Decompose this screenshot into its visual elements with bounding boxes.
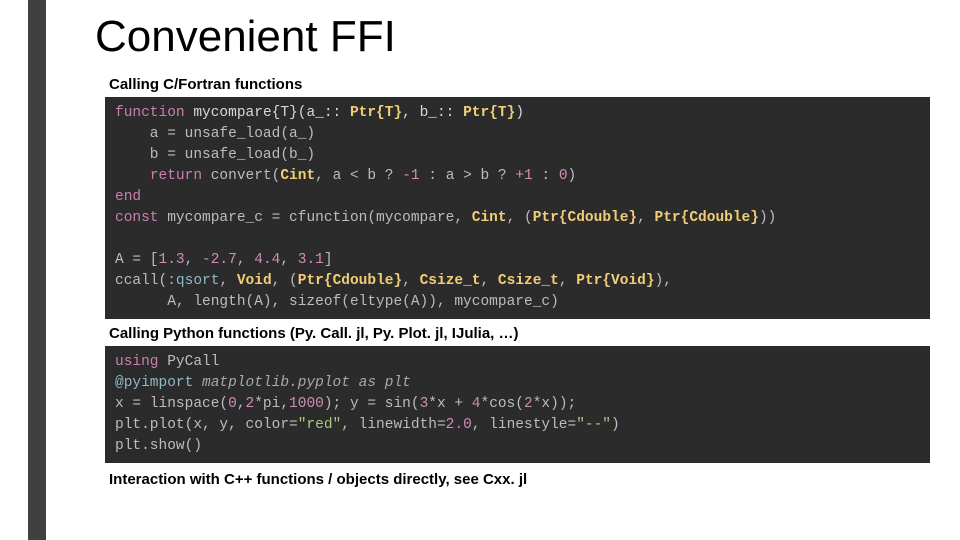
symbol: :qsort bbox=[167, 273, 219, 289]
code-text: , a < b ? bbox=[315, 168, 402, 184]
code-text: *x + bbox=[428, 396, 472, 412]
code-block-ffi: function mycompare{T}(a_:: Ptr{T}, b_:: … bbox=[105, 97, 930, 319]
number: 4.4 bbox=[254, 252, 280, 268]
macro: @pyimport bbox=[115, 375, 193, 391]
code-text: : a > b ? bbox=[420, 168, 516, 184]
code-text: , bbox=[185, 252, 202, 268]
section-heading-1: Calling C/Fortran functions bbox=[109, 76, 930, 93]
code-text: ) bbox=[611, 417, 620, 433]
kw-function: function bbox=[115, 105, 185, 121]
code-text: , bbox=[481, 273, 498, 289]
code-text: *x)); bbox=[533, 396, 577, 412]
kw-end: end bbox=[115, 189, 141, 205]
kw-return: return bbox=[150, 168, 202, 184]
code-text: A, length(A), sizeof(eltype(A)), mycompa… bbox=[115, 294, 559, 310]
code-text: b = unsafe_load(b_) bbox=[115, 147, 315, 163]
code-text: , bbox=[402, 273, 419, 289]
code-text: , bbox=[280, 252, 297, 268]
type: Ptr{Cdouble} bbox=[533, 210, 637, 226]
code-text: ccall( bbox=[115, 273, 167, 289]
code-text: , linestyle= bbox=[472, 417, 576, 433]
code-text: , bbox=[237, 252, 254, 268]
code-text: , linewidth= bbox=[341, 417, 445, 433]
code-text: , b_:: bbox=[402, 105, 463, 121]
type: Csize_t bbox=[420, 273, 481, 289]
code-text: PyCall bbox=[159, 354, 220, 370]
code-text: , bbox=[219, 273, 236, 289]
type: Cint bbox=[280, 168, 315, 184]
code-text: ), bbox=[655, 273, 672, 289]
code-text: ); y = sin( bbox=[324, 396, 420, 412]
number: 3.1 bbox=[298, 252, 324, 268]
number: 0 bbox=[559, 168, 568, 184]
number: 2.0 bbox=[446, 417, 472, 433]
number: +1 bbox=[515, 168, 532, 184]
number: 3 bbox=[420, 396, 429, 412]
number: -2.7 bbox=[202, 252, 237, 268]
code-text: , ( bbox=[272, 273, 298, 289]
kw-const: const bbox=[115, 210, 159, 226]
code-text: *pi, bbox=[254, 396, 289, 412]
code-text: , ( bbox=[507, 210, 533, 226]
number: -1 bbox=[402, 168, 419, 184]
code-text bbox=[115, 168, 150, 184]
string: "red" bbox=[298, 417, 342, 433]
string: "--" bbox=[576, 417, 611, 433]
number: 2 bbox=[524, 396, 533, 412]
number: 0 bbox=[228, 396, 237, 412]
number: 4 bbox=[472, 396, 481, 412]
code-text: mycompare_c = cfunction(mycompare, bbox=[159, 210, 472, 226]
side-accent-bar bbox=[28, 0, 46, 540]
type: Ptr{Void} bbox=[576, 273, 654, 289]
code-text: mycompare{T}(a_:: bbox=[185, 105, 350, 121]
type: Csize_t bbox=[498, 273, 559, 289]
code-text: matplotlib.pyplot as plt bbox=[193, 375, 411, 391]
code-text: )) bbox=[759, 210, 776, 226]
code-text: plt.show() bbox=[115, 438, 202, 454]
code-text: A = [ bbox=[115, 252, 159, 268]
content-area: Convenient FFI Calling C/Fortran functio… bbox=[95, 12, 930, 488]
slide-title: Convenient FFI bbox=[95, 12, 930, 62]
type: Ptr{Cdouble} bbox=[298, 273, 402, 289]
type: Ptr{T} bbox=[350, 105, 402, 121]
code-text: : bbox=[533, 168, 559, 184]
type: Ptr{T} bbox=[463, 105, 515, 121]
number: 2 bbox=[246, 396, 255, 412]
number: 1000 bbox=[289, 396, 324, 412]
code-text: , bbox=[559, 273, 576, 289]
section-heading-3: Interaction with C++ functions / objects… bbox=[109, 471, 930, 488]
section-heading-2: Calling Python functions (Py. Call. jl, … bbox=[109, 325, 930, 342]
slide: Convenient FFI Calling C/Fortran functio… bbox=[0, 0, 960, 540]
type: Ptr{Cdouble} bbox=[655, 210, 759, 226]
code-text: , bbox=[637, 210, 654, 226]
type: Void bbox=[237, 273, 272, 289]
code-text: a = unsafe_load(a_) bbox=[115, 126, 315, 142]
code-text: ) bbox=[515, 105, 524, 121]
code-text: , bbox=[237, 396, 246, 412]
code-text: ) bbox=[568, 168, 577, 184]
number: 1.3 bbox=[159, 252, 185, 268]
code-text: plt.plot(x, y, color= bbox=[115, 417, 298, 433]
code-text: convert( bbox=[202, 168, 280, 184]
code-block-pycall: using PyCall @pyimport matplotlib.pyplot… bbox=[105, 346, 930, 463]
code-text: x = linspace( bbox=[115, 396, 228, 412]
type: Cint bbox=[472, 210, 507, 226]
kw-using: using bbox=[115, 354, 159, 370]
code-text: *cos( bbox=[481, 396, 525, 412]
code-text: ] bbox=[324, 252, 333, 268]
